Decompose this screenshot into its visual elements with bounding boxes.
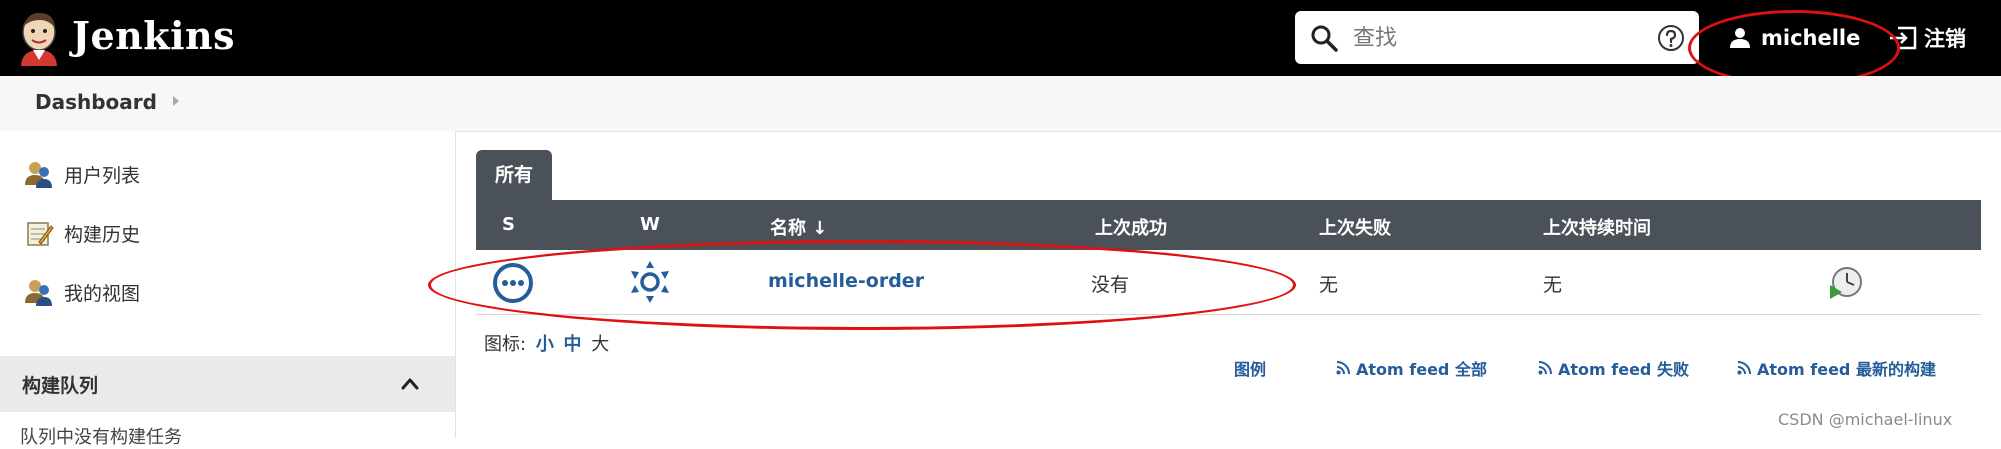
last-duration-value: 无: [1543, 274, 1563, 296]
rss-icon: [1737, 361, 1751, 375]
icon-size-selector: 图标: 小 中 大: [484, 330, 609, 356]
notepad-icon: [27, 222, 54, 246]
help-icon[interactable]: [1657, 24, 1685, 52]
search-input[interactable]: [1351, 19, 1635, 57]
sidebar-item-label: 用户列表: [64, 164, 141, 187]
breadcrumb-dashboard[interactable]: Dashboard: [35, 90, 157, 114]
icon-size-small[interactable]: 小: [536, 334, 554, 355]
col-last-failure[interactable]: 上次失败: [1319, 214, 1391, 240]
jenkins-logo-icon[interactable]: [16, 10, 62, 66]
search-box: [1295, 11, 1699, 64]
legend-link[interactable]: 图例: [1234, 356, 1266, 380]
people-icon: [25, 280, 52, 306]
col-weather[interactable]: W: [640, 214, 660, 235]
annotation-circle-user: [1688, 10, 1900, 86]
atom-feed-failed-label: Atom feed 失败: [1558, 360, 1689, 379]
sidebar-item-label: 构建历史: [64, 223, 141, 246]
legend-link-label: 图例: [1234, 360, 1267, 379]
col-last-duration[interactable]: 上次持续时间: [1543, 214, 1651, 240]
chevron-up-icon[interactable]: [400, 374, 420, 394]
atom-feed-all-label: Atom feed 全部: [1356, 360, 1487, 379]
tab-all[interactable]: 所有: [476, 150, 552, 200]
schedule-build-icon[interactable]: [1828, 265, 1864, 301]
rss-icon: [1538, 361, 1552, 375]
col-last-success[interactable]: 上次成功: [1095, 214, 1167, 240]
icon-size-large: 大: [591, 334, 610, 355]
breadcrumb-chevron-icon[interactable]: [173, 96, 179, 106]
sidebar: 用户列表 构建历史 我的视图 构建队列 队列中没有构建任务: [0, 131, 456, 448]
sidebar-item-label: 我的视图: [64, 282, 141, 305]
atom-feed-latest-label: Atom feed 最新的构建: [1757, 360, 1936, 379]
sidebar-item-my-views[interactable]: 我的视图: [24, 274, 140, 310]
col-name[interactable]: 名称 ↓: [770, 214, 827, 240]
sidebar-item-users[interactable]: 用户列表: [24, 156, 140, 192]
people-icon: [25, 162, 52, 188]
build-queue-title: 构建队列: [22, 375, 99, 397]
breadcrumb: Dashboard: [0, 76, 2001, 132]
build-queue-empty-text: 队列中没有构建任务: [20, 427, 182, 448]
icon-size-medium[interactable]: 中: [564, 334, 582, 355]
sidebar-item-build-history[interactable]: 构建历史: [24, 215, 140, 251]
col-status[interactable]: S: [502, 214, 515, 235]
rss-icon: [1336, 361, 1350, 375]
search-icon: [1311, 25, 1338, 52]
atom-feed-all-link[interactable]: Atom feed 全部: [1336, 356, 1487, 380]
build-queue-header[interactable]: 构建队列: [0, 356, 455, 412]
atom-feed-latest-link[interactable]: Atom feed 最新的构建: [1737, 356, 1936, 380]
last-failure-value: 无: [1319, 274, 1339, 296]
watermark: CSDN @michael-linux: [1778, 410, 1953, 429]
logout-label: 注销: [1924, 27, 1966, 51]
atom-feed-failed-link[interactable]: Atom feed 失败: [1538, 356, 1689, 380]
brand-name[interactable]: Jenkins: [72, 10, 235, 62]
icon-size-label: 图标:: [484, 334, 527, 355]
annotation-circle-job-row: [428, 240, 1296, 330]
